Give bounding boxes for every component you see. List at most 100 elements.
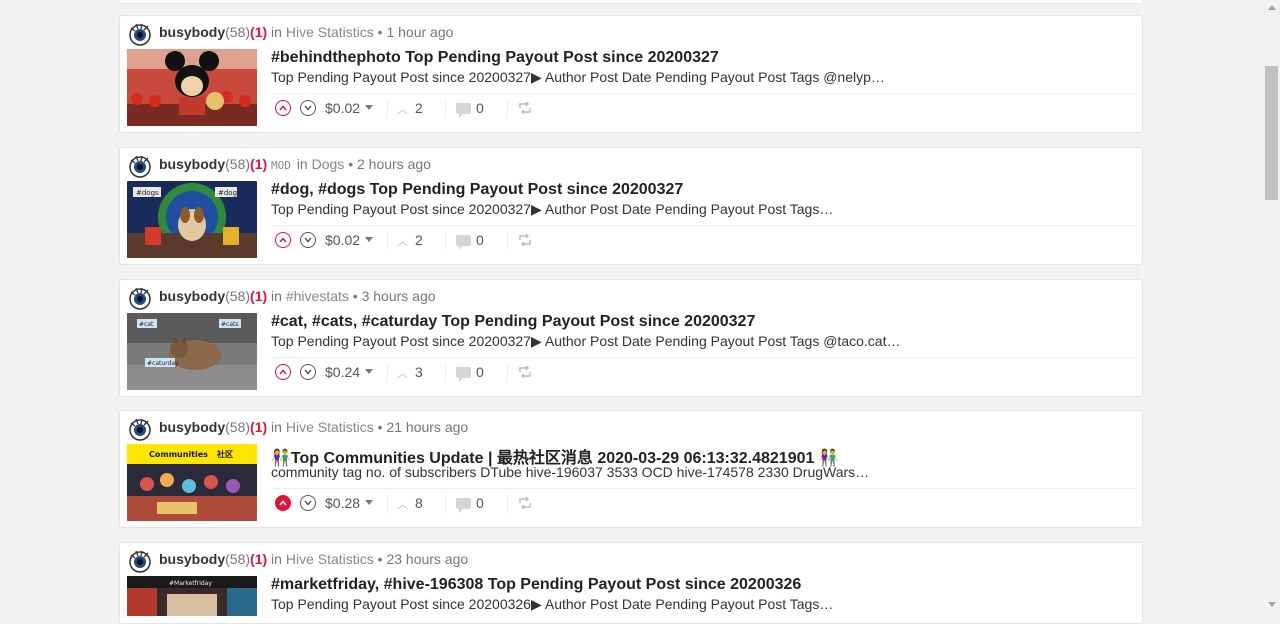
avatar[interactable] bbox=[128, 286, 152, 310]
post-card[interactable]: busybody(58)(1) in Hive Statistics • 1 h… bbox=[119, 15, 1143, 133]
author-link[interactable]: busybody bbox=[159, 24, 225, 40]
downvote-icon[interactable] bbox=[300, 495, 316, 511]
post-meta: busybody(58)(1) in Hive Statistics • 21 … bbox=[159, 419, 468, 435]
caret-down-icon bbox=[365, 105, 374, 110]
author-link[interactable]: busybody bbox=[159, 156, 225, 172]
scrollbar-thumb[interactable] bbox=[1265, 66, 1278, 200]
community-link[interactable]: Hive Statistics bbox=[286, 551, 374, 567]
voters-count[interactable]: ︿ 3 bbox=[397, 364, 423, 381]
chevron-up-icon: ︿ bbox=[397, 236, 408, 248]
flag-count: (1) bbox=[250, 24, 268, 40]
reblog-icon[interactable] bbox=[518, 365, 532, 381]
flag-count: (1) bbox=[250, 551, 268, 567]
voters-count[interactable]: ︿ 8 bbox=[397, 495, 423, 512]
payout-value: $0.24 bbox=[325, 364, 361, 380]
post-time[interactable]: • 21 hours ago bbox=[378, 419, 469, 435]
comments-link[interactable]: 0 bbox=[456, 364, 484, 382]
separator bbox=[387, 364, 388, 382]
post-time[interactable]: • 2 hours ago bbox=[348, 156, 431, 172]
separator bbox=[445, 495, 446, 513]
avatar[interactable] bbox=[128, 417, 152, 441]
comments-link[interactable]: 0 bbox=[456, 100, 484, 118]
post-actions: $0.02 ︿ 2 0 bbox=[275, 232, 1135, 252]
comments-link[interactable]: 0 bbox=[456, 495, 484, 513]
voters-count[interactable]: ︿ 2 bbox=[397, 100, 423, 117]
scroll-down-arrow-icon[interactable] bbox=[1268, 602, 1276, 607]
post-summary[interactable]: community tag no. of subscribers DTube h… bbox=[271, 464, 869, 480]
separator bbox=[387, 100, 388, 118]
separator bbox=[445, 100, 446, 118]
comment-bubble-icon bbox=[456, 498, 471, 513]
post-thumbnail[interactable]: #Marketfriday bbox=[127, 576, 257, 616]
votes-value: 3 bbox=[415, 364, 423, 380]
post-title[interactable]: #marketfriday, #hive-196308 Top Pending … bbox=[271, 576, 801, 594]
post-time[interactable]: • 1 hour ago bbox=[378, 24, 454, 40]
payout-dropdown[interactable]: $0.02 bbox=[325, 100, 374, 116]
payout-value: $0.28 bbox=[325, 495, 361, 511]
thumb-label: #dogs bbox=[136, 189, 159, 197]
thumb-label: Communities bbox=[149, 450, 208, 459]
avatar[interactable] bbox=[128, 154, 152, 178]
author-reputation: (58) bbox=[225, 288, 251, 304]
reblog-icon[interactable] bbox=[518, 101, 532, 117]
post-summary[interactable]: Top Pending Payout Post since 20200327▶ … bbox=[271, 69, 885, 86]
downvote-icon[interactable] bbox=[300, 232, 316, 248]
post-summary[interactable]: Top Pending Payout Post since 20200327▶ … bbox=[271, 201, 833, 218]
avatar[interactable] bbox=[128, 549, 152, 573]
post-thumbnail[interactable] bbox=[127, 49, 257, 126]
author-link[interactable]: busybody bbox=[159, 288, 225, 304]
post-thumbnail[interactable]: #cat #cats #caturday bbox=[127, 313, 257, 390]
upvote-icon[interactable] bbox=[275, 100, 291, 116]
voters-count[interactable]: ︿ 2 bbox=[397, 232, 423, 249]
post-time[interactable]: • 23 hours ago bbox=[378, 551, 469, 567]
caret-down-icon bbox=[365, 369, 374, 374]
vertical-scrollbar[interactable] bbox=[1263, 0, 1280, 612]
post-card[interactable]: busybody(58)(1) in #hivestats • 3 hours … bbox=[119, 279, 1143, 397]
author-link[interactable]: busybody bbox=[159, 419, 225, 435]
downvote-icon[interactable] bbox=[300, 364, 316, 380]
payout-dropdown[interactable]: $0.24 bbox=[325, 364, 374, 380]
post-title[interactable]: #behindthephoto Top Pending Payout Post … bbox=[271, 49, 719, 67]
comments-value: 0 bbox=[476, 232, 484, 248]
community-link[interactable]: Dogs bbox=[312, 156, 345, 172]
comments-value: 0 bbox=[476, 364, 484, 380]
post-card[interactable]: busybody(58)(1) MOD in Dogs • 2 hours ag… bbox=[119, 147, 1143, 265]
payout-dropdown[interactable]: $0.02 bbox=[325, 232, 374, 248]
community-link[interactable]: Hive Statistics bbox=[286, 419, 374, 435]
caret-down-icon bbox=[365, 500, 374, 505]
avatar[interactable] bbox=[128, 22, 152, 46]
upvote-icon[interactable] bbox=[275, 364, 291, 380]
post-title[interactable]: #dog, #dogs Top Pending Payout Post sinc… bbox=[271, 181, 683, 199]
upvote-icon[interactable] bbox=[275, 495, 291, 511]
separator bbox=[445, 232, 446, 250]
community-prefix: in bbox=[296, 156, 308, 172]
reblog-icon[interactable] bbox=[518, 233, 532, 249]
community-link[interactable]: Hive Statistics bbox=[286, 24, 374, 40]
scroll-up-arrow-icon[interactable] bbox=[1268, 5, 1276, 10]
author-link[interactable]: busybody bbox=[159, 551, 225, 567]
reblog-icon[interactable] bbox=[518, 496, 532, 512]
author-reputation: (58) bbox=[225, 24, 251, 40]
post-thumbnail[interactable]: Communities 社区 bbox=[127, 444, 257, 521]
comments-link[interactable]: 0 bbox=[456, 232, 484, 250]
comment-bubble-icon bbox=[456, 235, 471, 250]
votes-value: 8 bbox=[415, 495, 423, 511]
flag-count: (1) bbox=[250, 288, 268, 304]
post-summary[interactable]: Top Pending Payout Post since 20200327▶ … bbox=[271, 333, 900, 350]
separator bbox=[445, 364, 446, 382]
upvote-icon[interactable] bbox=[275, 232, 291, 248]
separator bbox=[507, 100, 508, 118]
downvote-icon[interactable] bbox=[300, 100, 316, 116]
divider bbox=[271, 225, 1136, 226]
post-card[interactable]: busybody(58)(1) in Hive Statistics • 21 … bbox=[119, 410, 1143, 528]
divider bbox=[271, 357, 1136, 358]
community-link[interactable]: #hivestats bbox=[286, 288, 349, 304]
thumb-label: #cat bbox=[139, 321, 154, 328]
post-summary[interactable]: Top Pending Payout Post since 20200326▶ … bbox=[271, 596, 833, 613]
post-time[interactable]: • 3 hours ago bbox=[353, 288, 436, 304]
payout-dropdown[interactable]: $0.28 bbox=[325, 495, 374, 511]
post-thumbnail[interactable]: #dogs #dog bbox=[127, 181, 257, 258]
author-reputation: (58) bbox=[225, 419, 251, 435]
post-title[interactable]: #cat, #cats, #caturday Top Pending Payou… bbox=[271, 313, 755, 331]
author-reputation: (58) bbox=[225, 156, 251, 172]
